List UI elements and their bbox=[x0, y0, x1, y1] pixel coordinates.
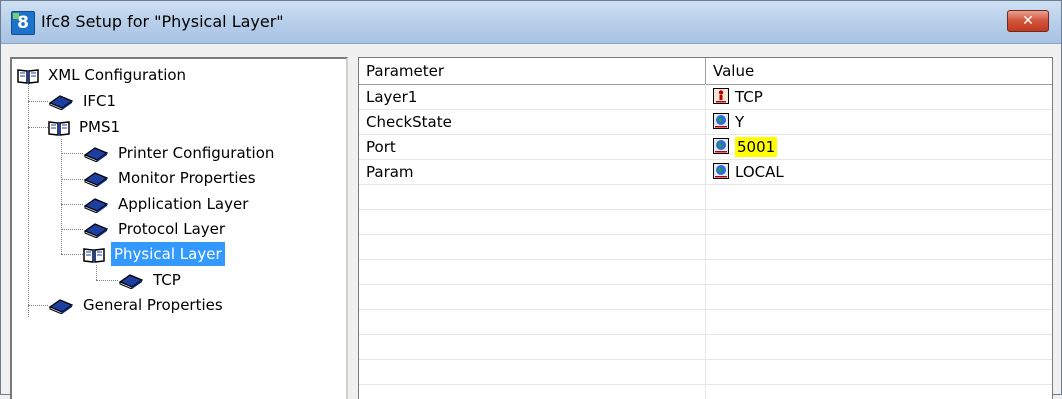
tree-item-application-layer[interactable]: Application Layer bbox=[83, 192, 251, 216]
setup-window: 8 Ifc8 Setup for "Physical Layer" ✕ XML … bbox=[0, 0, 1062, 399]
window-title: Ifc8 Setup for "Physical Layer" bbox=[41, 12, 284, 31]
book-closed-icon bbox=[83, 146, 109, 162]
table-row[interactable]: CheckState Y bbox=[359, 110, 1052, 135]
book-open-icon bbox=[17, 68, 39, 84]
table-row[interactable]: Layer1 TCP bbox=[359, 85, 1052, 110]
globe-icon bbox=[713, 113, 729, 129]
empty-row bbox=[359, 360, 1052, 385]
table-row[interactable]: Port 5001 bbox=[359, 135, 1052, 160]
close-icon: ✕ bbox=[1022, 13, 1034, 29]
tree-item-label: TCP bbox=[153, 271, 181, 289]
globe-icon bbox=[713, 163, 729, 179]
tree-item-label: Printer Configuration bbox=[118, 144, 275, 162]
empty-row bbox=[359, 260, 1052, 285]
empty-row bbox=[359, 285, 1052, 310]
tree-root[interactable]: XML Configuration bbox=[17, 63, 189, 87]
pane-splitter[interactable] bbox=[348, 57, 358, 399]
empty-row bbox=[359, 310, 1052, 335]
column-header-parameter[interactable]: Parameter bbox=[359, 58, 706, 84]
tree-item-printer-configuration[interactable]: Printer Configuration bbox=[83, 141, 277, 165]
window-body: XML Configuration IFC1 PMS1 Printer Conf… bbox=[1, 44, 1061, 399]
red-figure-icon bbox=[713, 88, 729, 104]
book-closed-icon bbox=[83, 171, 109, 187]
tree-item-label: Monitor Properties bbox=[118, 169, 256, 187]
book-closed-icon bbox=[118, 273, 144, 289]
param-name: Param bbox=[366, 163, 414, 181]
globe-icon bbox=[713, 138, 729, 154]
title-bar[interactable]: 8 Ifc8 Setup for "Physical Layer" ✕ bbox=[1, 1, 1061, 44]
tree-item-label: General Properties bbox=[83, 296, 223, 314]
column-header-value[interactable]: Value bbox=[706, 58, 1052, 84]
app-icon: 8 bbox=[11, 11, 35, 35]
tree-item-physical-layer[interactable]: Physical Layer bbox=[83, 241, 226, 267]
param-value: TCP bbox=[735, 88, 763, 106]
empty-row bbox=[359, 210, 1052, 235]
tree-item-ifc1[interactable]: IFC1 bbox=[48, 89, 119, 113]
tree-item-label-selected: Physical Layer bbox=[110, 241, 226, 267]
book-open-icon bbox=[48, 120, 70, 136]
tree-item-label: Application Layer bbox=[118, 195, 249, 213]
tree-item-label: IFC1 bbox=[83, 92, 117, 110]
tree-root-label: XML Configuration bbox=[48, 66, 187, 84]
book-closed-icon bbox=[48, 94, 74, 110]
book-closed-icon bbox=[83, 222, 109, 238]
book-closed-icon bbox=[48, 298, 74, 314]
close-button[interactable]: ✕ bbox=[1007, 10, 1049, 32]
table-row[interactable]: Param LOCAL bbox=[359, 160, 1052, 185]
tree-item-monitor-properties[interactable]: Monitor Properties bbox=[83, 166, 259, 190]
tree-item-general-properties[interactable]: General Properties bbox=[48, 293, 226, 317]
book-closed-icon bbox=[83, 197, 109, 213]
param-value: Y bbox=[735, 113, 745, 131]
list-header: Parameter Value bbox=[359, 58, 1052, 85]
param-name: Layer1 bbox=[366, 88, 418, 106]
parameter-list[interactable]: Parameter Value Layer1 TCP CheckState Y … bbox=[358, 57, 1053, 399]
tree-item-label: PMS1 bbox=[79, 118, 121, 136]
param-name: CheckState bbox=[366, 113, 452, 131]
param-name: Port bbox=[366, 138, 396, 156]
param-value-highlighted: 5001 bbox=[735, 137, 778, 157]
tree-item-tcp[interactable]: TCP bbox=[118, 268, 184, 292]
book-open-icon bbox=[83, 247, 105, 263]
empty-row bbox=[359, 335, 1052, 360]
tree-item-pms1[interactable]: PMS1 bbox=[48, 115, 123, 139]
tree-item-protocol-layer[interactable]: Protocol Layer bbox=[83, 217, 228, 241]
empty-row bbox=[359, 185, 1052, 210]
param-value: LOCAL bbox=[735, 163, 784, 181]
tree-item-label: Protocol Layer bbox=[118, 220, 226, 238]
empty-row bbox=[359, 235, 1052, 260]
config-tree[interactable]: XML Configuration IFC1 PMS1 Printer Conf… bbox=[10, 57, 348, 399]
